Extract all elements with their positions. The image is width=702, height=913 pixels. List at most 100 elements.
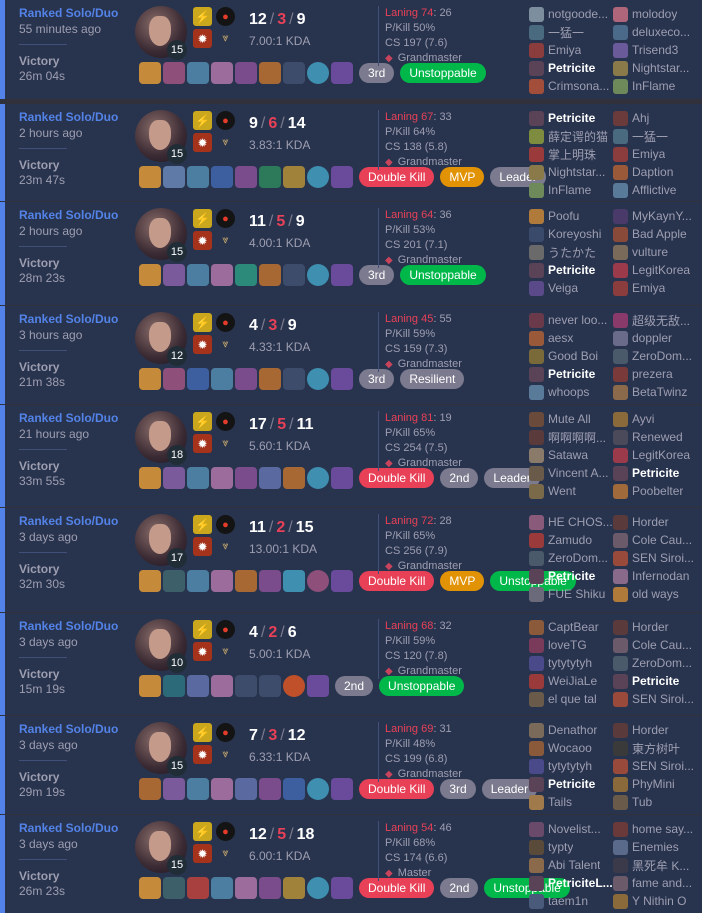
summoner-name[interactable]: old ways: [632, 587, 679, 601]
flash-icon[interactable]: ⚡: [193, 620, 212, 639]
participant[interactable]: Wocaoo: [529, 739, 613, 757]
item-icon[interactable]: [163, 264, 185, 286]
summoner-name[interactable]: Poofu: [548, 209, 579, 223]
item-icon[interactable]: [139, 166, 161, 188]
participant[interactable]: Bad Apple: [613, 225, 697, 243]
summoner-name[interactable]: Ahj: [632, 111, 649, 125]
summoner-name[interactable]: Poobelter: [632, 484, 683, 498]
item-icon[interactable]: [139, 368, 161, 390]
summoner-name[interactable]: Crimsona...: [548, 79, 609, 93]
summoner-name[interactable]: Renewed: [632, 430, 683, 444]
summoner-name[interactable]: Tails: [548, 795, 572, 809]
summoner-name[interactable]: Good Boi: [548, 349, 598, 363]
participant[interactable]: Vincent A...: [529, 464, 613, 482]
summoner-name[interactable]: 東方树叶: [632, 740, 680, 757]
participant[interactable]: FUE Shiku: [529, 585, 613, 603]
item-icon[interactable]: [235, 778, 257, 800]
participant[interactable]: Ayvi: [613, 410, 697, 428]
participant[interactable]: Horder: [613, 721, 697, 739]
participant[interactable]: LegitKorea: [613, 261, 697, 279]
summoner-name[interactable]: Petricite: [632, 674, 679, 688]
summoner-name[interactable]: LegitKorea: [632, 263, 690, 277]
summoner-name[interactable]: Daption: [632, 165, 673, 179]
participant[interactable]: Afflictive: [613, 181, 697, 199]
summoner-name[interactable]: Petricite: [548, 367, 595, 381]
participant[interactable]: never loo...: [529, 311, 613, 329]
item-icon[interactable]: [187, 877, 209, 899]
ward-item-icon[interactable]: [307, 166, 329, 188]
ward-item-icon[interactable]: [307, 264, 329, 286]
summoner-name[interactable]: Mute All: [548, 412, 591, 426]
participant[interactable]: whoops: [529, 383, 613, 401]
summoner-name[interactable]: Koreyoshi: [548, 227, 601, 241]
ward-item-icon[interactable]: [307, 570, 329, 592]
summoner-name[interactable]: Went: [548, 484, 576, 498]
participant[interactable]: Nightstar...: [529, 163, 613, 181]
summoner-name[interactable]: tytytytyh: [548, 759, 592, 773]
flash-icon[interactable]: ⚡: [193, 412, 212, 431]
summoner-name[interactable]: Satawa: [548, 448, 588, 462]
ward-item-icon[interactable]: [307, 877, 329, 899]
domination-icon[interactable]: ⩔: [216, 133, 235, 152]
electrocute-icon[interactable]: ●: [216, 822, 235, 841]
item-icon[interactable]: [187, 62, 209, 84]
summoner-name[interactable]: 超级无敌...: [632, 312, 690, 329]
flash-icon[interactable]: ⚡: [193, 515, 212, 534]
summoner-name[interactable]: PhyMini: [632, 777, 675, 791]
summoner-name[interactable]: SEN Siroi...: [632, 551, 694, 565]
summoner-name[interactable]: vulture: [632, 245, 668, 259]
participant[interactable]: tytytytyh: [529, 757, 613, 775]
participant[interactable]: el que tal: [529, 690, 613, 708]
ignite-icon[interactable]: ✹: [193, 335, 212, 354]
trinket-item-icon[interactable]: [331, 570, 353, 592]
ignite-icon[interactable]: ✹: [193, 844, 212, 863]
item-icon[interactable]: [211, 467, 233, 489]
participant[interactable]: Tub: [613, 793, 697, 811]
trinket-item-icon[interactable]: [331, 166, 353, 188]
item-icon[interactable]: [211, 877, 233, 899]
ward-item-icon[interactable]: [307, 368, 329, 390]
summoner-name[interactable]: HE CHOS...: [548, 515, 613, 529]
summoner-name[interactable]: prezera: [632, 367, 673, 381]
item-icon[interactable]: [139, 264, 161, 286]
participant[interactable]: prezera: [613, 365, 697, 383]
participant[interactable]: ZeroDom...: [613, 347, 697, 365]
participant[interactable]: Daption: [613, 163, 697, 181]
summoner-name[interactable]: Petricite: [548, 569, 595, 583]
summoner-name[interactable]: Petricite: [548, 111, 595, 125]
participant[interactable]: PetriciteL...: [529, 874, 613, 892]
participant[interactable]: Good Boi: [529, 347, 613, 365]
summoner-name[interactable]: loveTG: [548, 638, 587, 652]
participant[interactable]: Horder: [613, 513, 697, 531]
summoner-name[interactable]: Cole Cau...: [632, 533, 692, 547]
summoner-name[interactable]: taem1n: [548, 894, 588, 908]
item-icon[interactable]: [259, 62, 281, 84]
participant[interactable]: home say...: [613, 820, 697, 838]
participant[interactable]: Poobelter: [613, 482, 697, 500]
electrocute-icon[interactable]: ●: [216, 111, 235, 130]
item-icon[interactable]: [283, 778, 305, 800]
participant[interactable]: Veiga: [529, 279, 613, 297]
participant[interactable]: 黑死牟 K...: [613, 856, 697, 874]
summoner-name[interactable]: ZeroDom...: [632, 656, 692, 670]
summoner-name[interactable]: molodoy: [632, 7, 677, 21]
ignite-icon[interactable]: ✹: [193, 745, 212, 764]
item-icon[interactable]: [211, 675, 233, 697]
participant[interactable]: Petricite: [529, 261, 613, 279]
trinket-item-icon[interactable]: [331, 368, 353, 390]
participant[interactable]: fame and...: [613, 874, 697, 892]
participant[interactable]: Mute All: [529, 410, 613, 428]
item-icon[interactable]: [187, 570, 209, 592]
summoner-name[interactable]: Emiya: [632, 281, 665, 295]
participant[interactable]: old ways: [613, 585, 697, 603]
summoner-name[interactable]: fame and...: [632, 876, 692, 890]
summoner-name[interactable]: Petricite: [548, 263, 595, 277]
summoner-name[interactable]: tytytytyh: [548, 656, 592, 670]
participant[interactable]: typty: [529, 838, 613, 856]
summoner-name[interactable]: aesx: [548, 331, 573, 345]
participant[interactable]: Cole Cau...: [613, 636, 697, 654]
item-icon[interactable]: [211, 264, 233, 286]
item-icon[interactable]: [163, 570, 185, 592]
summoner-name[interactable]: LegitKorea: [632, 448, 690, 462]
item-icon[interactable]: [235, 264, 257, 286]
